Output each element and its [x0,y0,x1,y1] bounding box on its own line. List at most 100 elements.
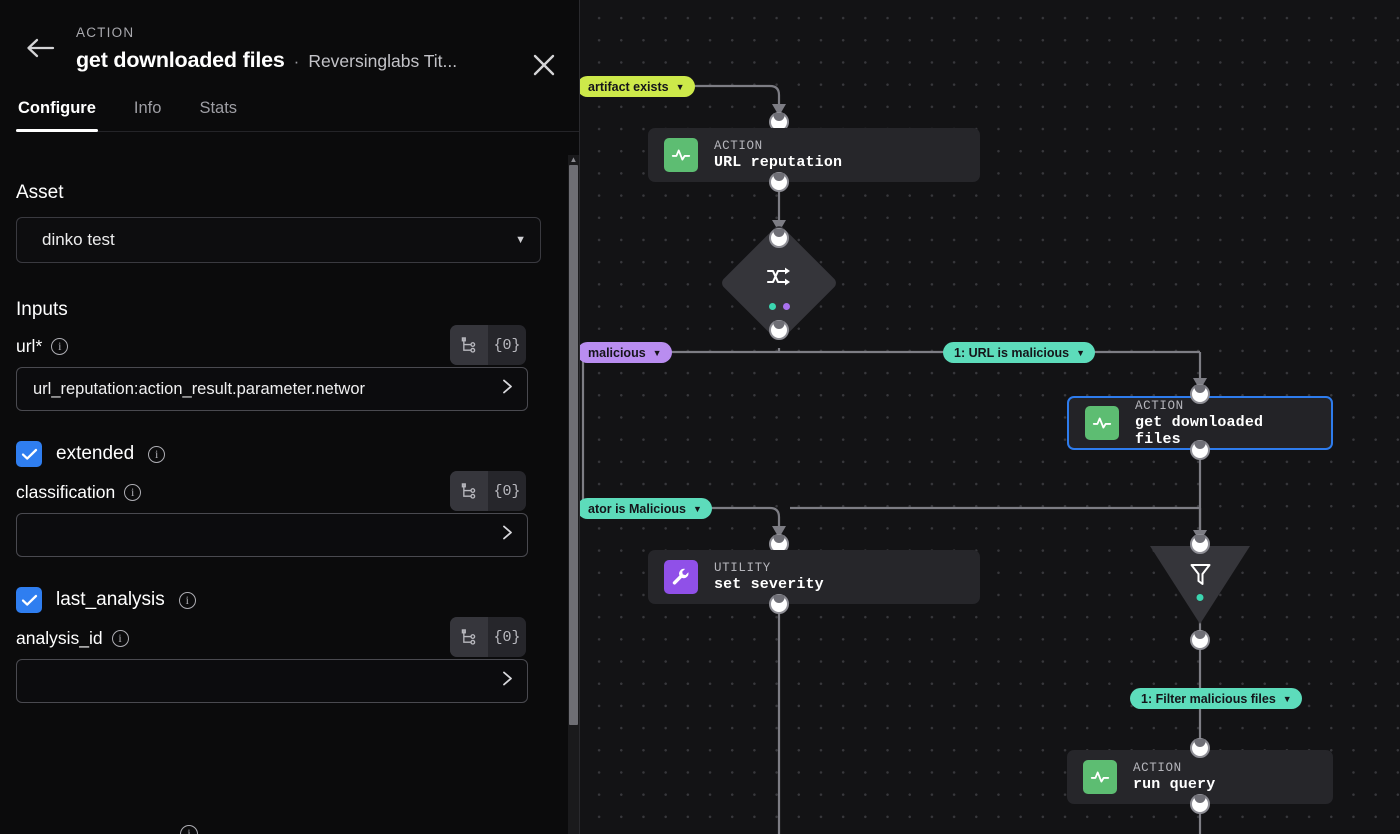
node-title: URL reputation [714,154,843,171]
pill-filter-malicious-files[interactable]: 1: Filter malicious files ▼ [1130,688,1302,709]
param-classification-label: classification [16,481,116,502]
param-url-value: url_reputation:action_result.parameter.n… [33,379,366,398]
json-mode-button[interactable]: {0} [488,325,526,365]
json-mode-button[interactable]: {0} [488,617,526,657]
node-input-port[interactable] [1190,738,1210,758]
tab-stats[interactable]: Stats [197,99,239,131]
pill-malicious[interactable]: malicious ▼ [580,342,672,363]
filter-status-dot [1196,594,1204,601]
info-icon[interactable]: i [178,591,196,609]
node-title: set severity [714,576,824,593]
pill-url-is-malicious-label: 1: URL is malicious [954,345,1070,360]
chevron-down-icon: ▼ [1076,347,1086,358]
workflow-canvas[interactable]: artifact exists ▼ malicious ▼ 1: URL is … [580,0,1400,834]
decision-input-port[interactable] [769,228,789,248]
decision-dot-purple [782,303,790,310]
configure-form: Asset dinko test ▼ Inputs url* i {0} url… [0,158,579,834]
decision-branch-dots [737,303,821,310]
pill-malicious-label: malicious [588,345,646,360]
funnel-glyph [1190,564,1210,585]
asset-select[interactable]: dinko test ▼ [16,217,541,263]
node-set-severity[interactable]: UTILITY set severity [648,550,980,604]
tab-info[interactable]: Info [132,99,164,131]
pill-filter-malicious-files-label: 1: Filter malicious files [1141,691,1276,706]
datapath-tree-glyph [461,482,475,499]
node-title: run query [1133,776,1216,793]
pill-indicator-is-malicious[interactable]: ator is Malicious ▼ [580,498,712,519]
node-output-port[interactable] [1190,794,1210,814]
checkbox-extended-row: extended i [16,441,555,467]
decision-output-port[interactable] [769,320,789,340]
back-button[interactable] [22,30,58,66]
info-icon[interactable]: i [124,483,142,501]
filter-input-port[interactable] [1190,534,1210,554]
node-kicker: UTILITY [714,561,771,575]
datapath-tree-glyph [461,628,475,645]
param-classification-input[interactable] [16,513,528,557]
node-run-query-text: ACTION run query [1133,761,1215,793]
node-output-port[interactable] [769,594,789,614]
filter-node[interactable] [1150,546,1250,624]
pill-artifact-exists-label: artifact exists [588,79,669,94]
checkbox-last-analysis-label: last_analysis [56,589,165,610]
checkbox-last-analysis[interactable] [16,587,42,613]
info-icon-glyph: i [180,825,198,834]
node-output-port[interactable] [769,172,789,192]
branch-shuffle-glyph [766,267,790,286]
node-kicker: ACTION [1133,761,1182,775]
panel-tabs: Configure Info Stats [16,99,579,132]
app-name: Reversinglabs Tit... [308,50,458,71]
panel-scrollbar[interactable]: ▲ [568,155,579,834]
asset-select-value: dinko test [42,230,115,249]
node-url-reputation[interactable]: ACTION URL reputation [648,128,980,182]
close-icon [533,54,555,76]
param-analysis-id-mode-toggle: {0} [450,617,526,657]
checkbox-last-analysis-row: last_analysis i [16,587,555,613]
node-kicker: ACTION [714,139,763,153]
param-classification-mode-toggle: {0} [450,471,526,511]
node-output-port[interactable] [1190,440,1210,460]
param-url-mode-toggle: {0} [450,325,526,365]
node-set-severity-text: UTILITY set severity [714,561,824,593]
chevron-right-glyph [503,379,512,394]
node-get-downloaded-files-text: ACTION get downloaded files [1135,399,1315,448]
json-mode-button[interactable]: {0} [488,471,526,511]
checkbox-extended[interactable] [16,441,42,467]
param-url-label: url* [16,335,43,356]
pulse-glyph [1090,771,1110,783]
info-icon[interactable]: i [148,445,166,463]
info-icon[interactable]: i [111,629,129,647]
pill-artifact-exists[interactable]: artifact exists ▼ [580,76,695,97]
tab-configure[interactable]: Configure [16,99,98,132]
panel-title-row: get downloaded files · Reversinglabs Tit… [76,48,528,73]
param-analysis-id-input[interactable] [16,659,528,703]
branch-shuffle-icon [737,265,821,289]
chevron-right-icon[interactable] [500,669,515,694]
scrollbar-thumb[interactable] [569,165,578,725]
chevron-right-glyph [503,671,512,686]
node-input-port[interactable] [1190,384,1210,404]
chevron-right-icon[interactable] [500,523,515,548]
close-button[interactable] [529,50,559,80]
pulse-glyph [1092,417,1112,429]
decision-dot-teal [768,303,776,310]
decision-node[interactable] [719,223,839,343]
info-icon[interactable]: i [51,337,69,355]
checkbox-extended-label: extended [56,443,135,464]
info-icon[interactable]: i [180,825,198,834]
pill-url-is-malicious[interactable]: 1: URL is malicious ▼ [943,342,1096,363]
panel-kicker: ACTION [76,25,135,40]
datapath-tree-glyph [461,336,475,353]
datapath-tree-icon[interactable] [450,325,488,365]
node-title: get downloaded files [1135,413,1264,448]
pulse-icon [664,138,698,172]
scroll-up-arrow-icon[interactable]: ▲ [569,155,578,165]
param-analysis-id-label: analysis_id [16,627,103,648]
datapath-tree-icon[interactable] [450,471,488,511]
param-url-input[interactable]: url_reputation:action_result.parameter.n… [16,367,528,411]
inputs-label: Inputs [16,299,68,320]
datapath-tree-icon[interactable] [450,617,488,657]
param-analysis-id: analysis_id i {0} [16,617,555,703]
chevron-right-icon[interactable] [500,377,515,402]
filter-output-port[interactable] [1190,630,1210,650]
